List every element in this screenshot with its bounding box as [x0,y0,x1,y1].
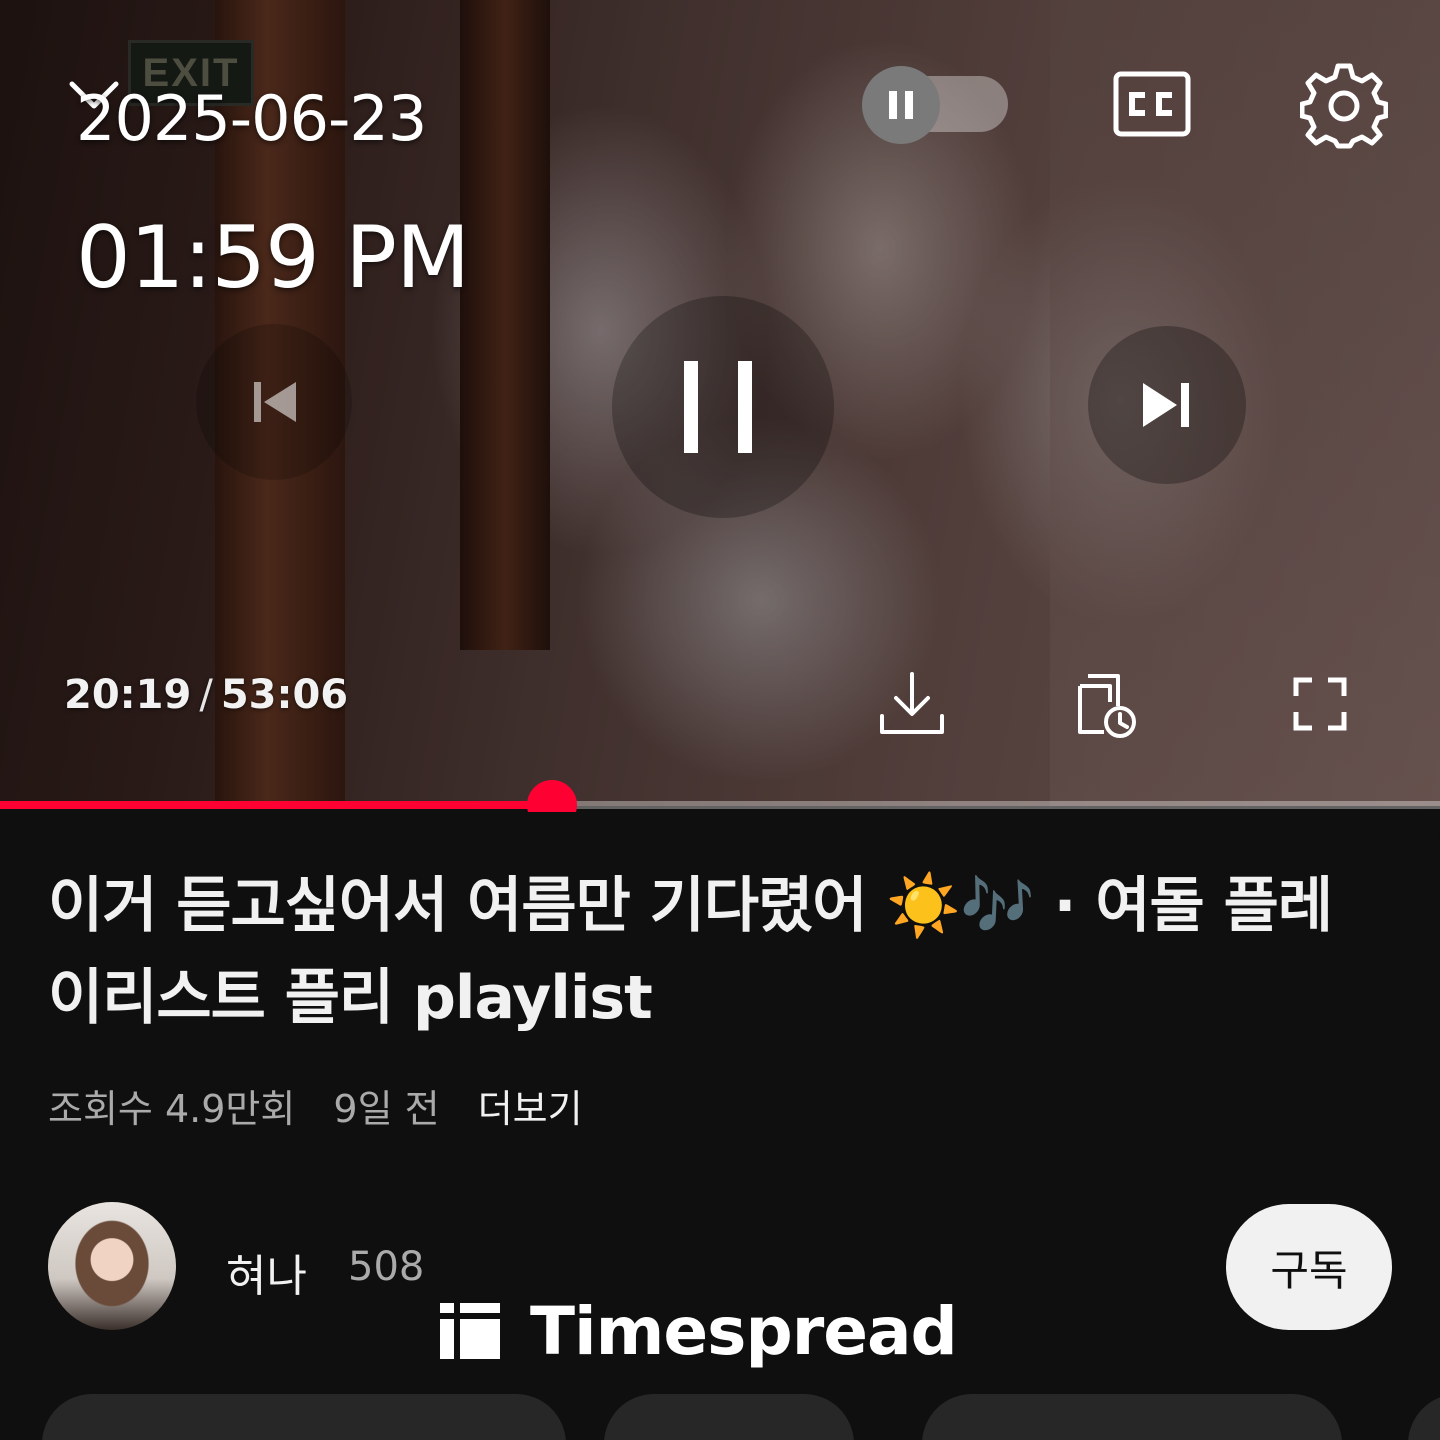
autoplay-toggle[interactable] [862,66,1008,144]
video-title[interactable]: 이거 듣고싶어서 여름만 기다렸어 ☀️🎶 · 여돌 플레이리스트 플리 pla… [48,860,1338,1044]
closed-captions-icon[interactable] [1112,68,1192,140]
video-player[interactable]: EXIT 2025-06-23 01:59 PM 20:19 / 53:06 [0,0,1440,806]
action-chip[interactable] [922,1394,1342,1440]
download-icon[interactable] [878,668,946,740]
gear-icon[interactable] [1300,62,1388,150]
autoplay-knob [862,66,940,144]
progress-fill [0,801,552,809]
pause-icon [889,91,913,119]
current-time: 20:19 [64,672,192,718]
channel-name[interactable]: 혀나 [226,1240,307,1304]
subscriber-count: 508 [348,1244,425,1290]
watermark-text: Timespread [530,1292,958,1370]
fullscreen-icon[interactable] [1292,676,1348,732]
action-chip[interactable] [604,1394,854,1440]
timespread-logo-icon [440,1303,500,1359]
more-link[interactable]: 더보기 [478,1087,583,1131]
previous-button[interactable] [196,324,352,480]
playback-time: 20:19/53:06 [64,672,348,718]
app-root: EXIT 2025-06-23 01:59 PM 20:19 / 53:06 이… [0,0,1440,1440]
next-button[interactable] [1088,326,1246,484]
pause-icon [684,361,752,453]
video-meta[interactable]: 조회수 4.9만회 9일 전 더보기 [48,1078,609,1133]
action-chip[interactable] [42,1394,566,1440]
view-count: 조회수 4.9만회 [48,1087,296,1131]
previous-icon [254,382,296,422]
play-pause-button[interactable] [612,296,834,518]
avatar[interactable] [48,1202,176,1330]
queue-later-icon[interactable] [1074,666,1138,740]
subscribe-button[interactable]: 구독 [1226,1204,1392,1330]
duration: 53:06 [220,672,349,718]
time-separator: / [199,672,213,718]
watermark: Timespread [438,1293,958,1370]
next-icon [1143,383,1189,427]
progress-bar[interactable] [0,780,1440,830]
clock-overlay: 01:59 PM [76,208,470,308]
upload-age: 9일 전 [333,1087,440,1131]
date-overlay: 2025-06-23 [76,82,427,155]
